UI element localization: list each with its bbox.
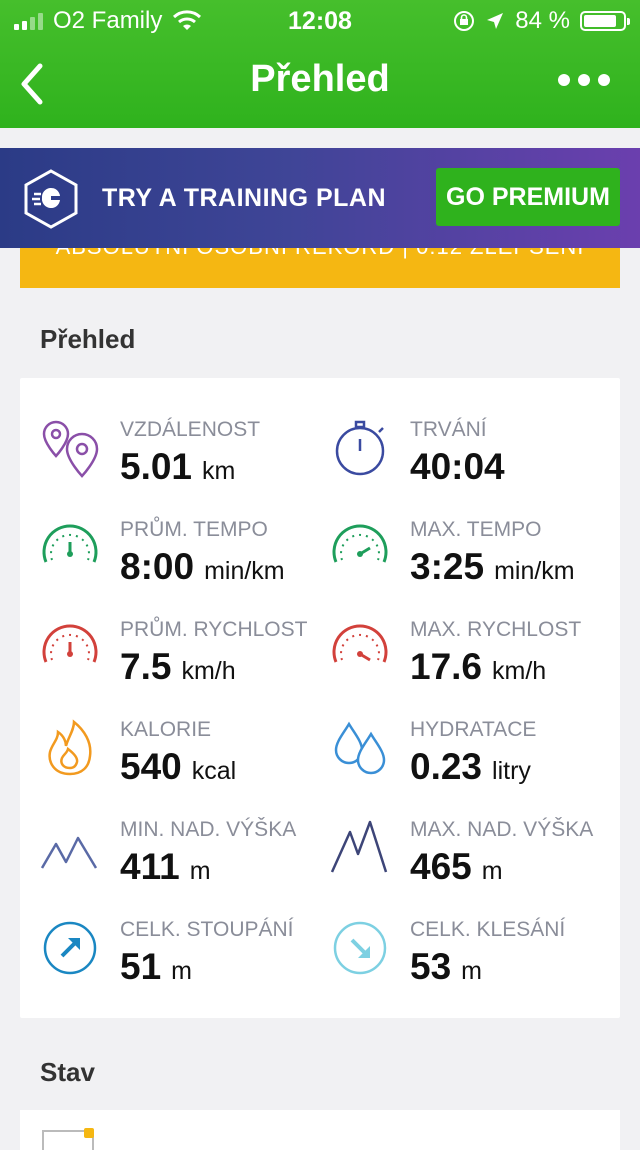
metric-value: 7.5 bbox=[120, 646, 172, 687]
banner-text: TRY A TRAINING PLAN bbox=[102, 184, 387, 212]
premium-banner[interactable]: TRY A TRAINING PLAN GO PREMIUM bbox=[0, 148, 640, 248]
note-icon bbox=[42, 1128, 94, 1150]
metric-value: 3:25 bbox=[410, 546, 485, 587]
metric-unit: kcal bbox=[191, 757, 237, 785]
metric-label: CELK. STOUPÁNÍ bbox=[120, 918, 294, 941]
location-pins-icon bbox=[42, 420, 99, 478]
metric-avg-pace: PRŮM. TEMPO 8:00 min/km bbox=[40, 518, 320, 614]
metric-avg-speed: PRŮM. RYCHLOST 7.5 km/h bbox=[40, 618, 320, 714]
mountains-icon bbox=[330, 820, 388, 873]
metric-unit: min/km bbox=[494, 557, 575, 585]
metric-value: 465 bbox=[410, 846, 472, 887]
water-drops-icon bbox=[334, 721, 386, 775]
metric-label: KALORIE bbox=[120, 718, 212, 741]
metric-label: MIN. NAD. VÝŠKA bbox=[120, 818, 297, 841]
status-bar: O2 Family 12:08 84 % bbox=[0, 0, 640, 40]
gauge-icon bbox=[42, 624, 98, 663]
metric-value: 540 bbox=[120, 746, 182, 787]
overview-card: VZDÁLENOST 5.01 km TRVÁNÍ 40:04 PRŮM. TEM… bbox=[20, 378, 620, 1018]
gauge-icon bbox=[332, 524, 388, 563]
metric-label: PRŮM. RYCHLOST bbox=[120, 618, 308, 641]
arrow-up-right-icon bbox=[43, 921, 97, 975]
metric-value: 17.6 bbox=[410, 646, 483, 687]
overview-section-title: Přehled bbox=[40, 324, 136, 354]
metric-value: 0.23 bbox=[410, 746, 483, 787]
record-strip: ABSOLUTNÍ OSOBNÍ REKORD | 0:12 ZLEPŠENÍ bbox=[20, 248, 620, 288]
training-plan-icon bbox=[24, 169, 78, 229]
orientation-lock-icon bbox=[454, 11, 475, 31]
metric-label: MAX. NAD. VÝŠKA bbox=[410, 818, 594, 841]
metric-unit: km/h bbox=[492, 657, 547, 685]
metric-duration: TRVÁNÍ 40:04 bbox=[330, 418, 610, 514]
stopwatch-icon bbox=[335, 420, 385, 476]
location-arrow-icon bbox=[487, 13, 504, 29]
metric-label: VZDÁLENOST bbox=[120, 418, 261, 441]
metric-value: 411 bbox=[120, 846, 180, 887]
metric-min-elevation: MIN. NAD. VÝŠKA 411 m bbox=[40, 818, 320, 914]
metric-distance: VZDÁLENOST 5.01 km bbox=[40, 418, 320, 514]
battery-icon bbox=[580, 11, 630, 31]
metric-unit: km bbox=[202, 457, 236, 485]
go-premium-button[interactable]: GO PREMIUM bbox=[436, 168, 620, 226]
metric-value: 53 bbox=[410, 946, 452, 987]
metric-max-speed: MAX. RYCHLOST 17.6 km/h bbox=[330, 618, 610, 714]
record-strip-text: ABSOLUTNÍ OSOBNÍ REKORD | 0:12 ZLEPŠENÍ bbox=[20, 248, 620, 260]
metric-value: 40:04 bbox=[410, 446, 505, 487]
metric-unit: m bbox=[461, 957, 482, 985]
gauge-icon bbox=[332, 624, 388, 663]
metric-unit: m bbox=[481, 857, 503, 885]
metric-label: MAX. RYCHLOST bbox=[410, 618, 582, 641]
battery-percent: 84 % bbox=[515, 7, 570, 34]
arrow-down-right-icon bbox=[333, 921, 387, 975]
metric-total-ascent: CELK. STOUPÁNÍ 51 m bbox=[40, 918, 320, 1014]
status-section-title: Stav bbox=[40, 1057, 95, 1087]
page-title: Přehled bbox=[250, 58, 390, 100]
metric-calories: KALORIE 540 kcal bbox=[40, 718, 320, 814]
flame-icon bbox=[48, 719, 92, 776]
metric-unit: m bbox=[189, 857, 211, 885]
mountains-icon bbox=[40, 836, 98, 869]
metric-max-elevation: MAX. NAD. VÝŠKA 465 m bbox=[330, 818, 610, 914]
metric-label: CELK. KLESÁNÍ bbox=[410, 918, 566, 941]
metric-value: 8:00 bbox=[120, 546, 195, 587]
metric-max-pace: MAX. TEMPO 3:25 min/km bbox=[330, 518, 610, 614]
metric-unit: litry bbox=[492, 757, 531, 785]
more-options-icon[interactable] bbox=[558, 74, 610, 86]
metric-unit: m bbox=[171, 957, 192, 985]
metric-hydration: HYDRATACE 0.23 litry bbox=[330, 718, 610, 814]
metric-unit: min/km bbox=[204, 557, 285, 585]
gauge-icon bbox=[42, 524, 98, 563]
metric-value: 5.01 bbox=[120, 446, 193, 487]
metric-unit: km/h bbox=[181, 657, 236, 685]
status-card bbox=[20, 1110, 620, 1150]
metric-value: 51 bbox=[120, 946, 162, 987]
metric-total-descent: CELK. KLESÁNÍ 53 m bbox=[330, 918, 610, 1014]
metric-label: TRVÁNÍ bbox=[410, 418, 487, 441]
metric-label: PRŮM. TEMPO bbox=[120, 518, 268, 541]
metric-label: HYDRATACE bbox=[410, 718, 537, 741]
app-header: O2 Family 12:08 84 % Přehled bbox=[0, 0, 640, 128]
metric-label: MAX. TEMPO bbox=[410, 518, 542, 541]
